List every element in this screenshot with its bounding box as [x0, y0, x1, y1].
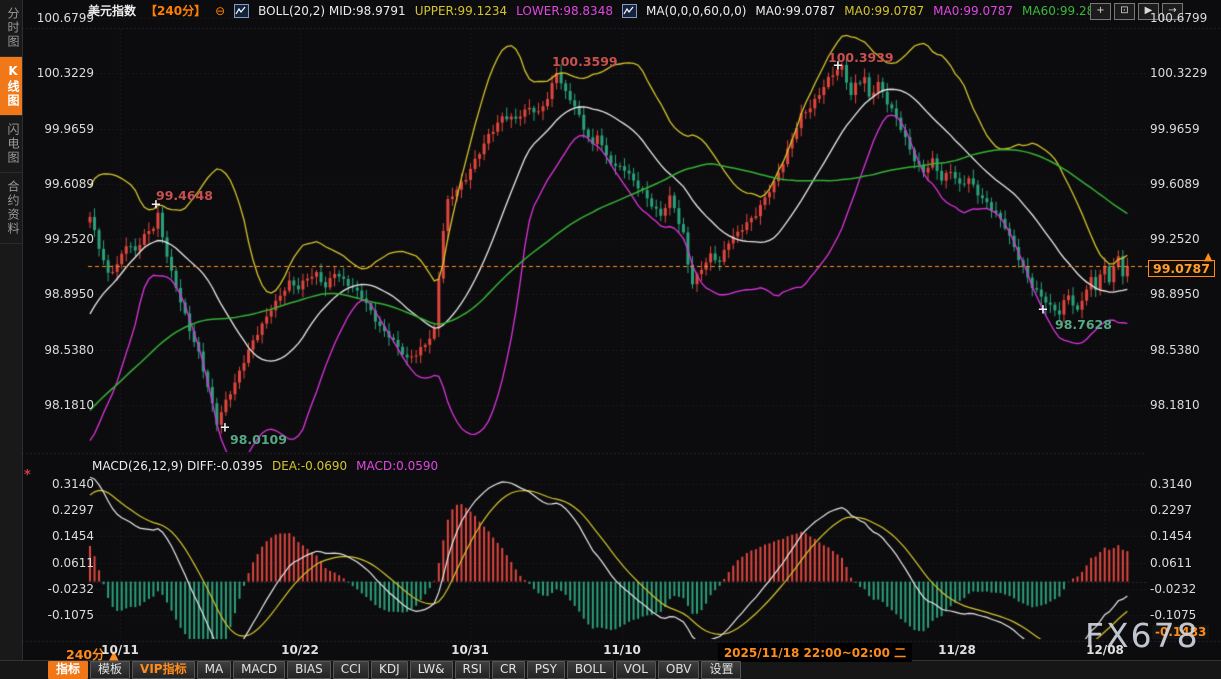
chart-canvas[interactable] — [0, 0, 1221, 679]
toolbar-button-RSI[interactable]: RSI — [455, 661, 491, 679]
xaxis-date-label: 10/11 — [101, 643, 139, 657]
chart_data.price_axis-label-left: 98.5380 — [32, 343, 94, 357]
chart_data.macd_axis-label-right: 0.2297 — [1150, 503, 1192, 517]
toolbar-button-PSY[interactable]: PSY — [527, 661, 565, 679]
ma-params-label: MA(0,0,0,60,0,0) — [646, 3, 746, 19]
indicator-toolbar: 指标模板VIP指标MAMACDBIASCCIKDJLW&RSICRPSYBOLL… — [48, 661, 741, 679]
toolbar-button-CR[interactable]: CR — [492, 661, 525, 679]
chart_data.macd_axis-label-left: -0.1075 — [32, 608, 94, 622]
chart_data.macd_axis-label-left: 0.0611 — [32, 556, 94, 570]
pan-crosshair-icon[interactable]: + — [1090, 3, 1111, 20]
zigzag-cross-marker: + — [151, 198, 162, 213]
price-extreme-annotation: 98.7628 — [1055, 317, 1112, 332]
chart_data.price_axis-label-right: 100.3229 — [1150, 66, 1207, 80]
selected-candle-date-label: 2025/11/18 22:00~02:00 二 — [718, 643, 912, 662]
chart_data.price_axis-label-right: 99.6089 — [1150, 177, 1200, 191]
price-extreme-annotation: 99.4648 — [156, 188, 213, 203]
ma0-white-label: MA0:99.0787 — [755, 3, 835, 19]
toolbar-button-VOL[interactable]: VOL — [616, 661, 656, 679]
chart_data.price_axis-label-left: 98.1810 — [32, 398, 94, 412]
zigzag-cross-marker: + — [1038, 303, 1049, 318]
chart_data.macd_axis-label-left: 0.2297 — [32, 503, 94, 517]
chart_data.price_axis-label-left: 99.6089 — [32, 177, 94, 191]
toolbar-button-OBV[interactable]: OBV — [658, 661, 700, 679]
macd-dea-label: DEA:-0.0690 — [272, 458, 347, 474]
instrument-title: 美元指数 — [88, 3, 136, 19]
chart_data.price_axis-label-right: 98.1810 — [1150, 398, 1200, 412]
chart_data.macd_axis-label-left: 0.3140 — [32, 477, 94, 491]
sidebar-tab-分时图[interactable]: 分时图 — [0, 0, 22, 57]
chart_data.price_axis-label-left: 100.3229 — [32, 66, 94, 80]
xaxis-date-label: 10/31 — [451, 643, 489, 657]
price-extreme-annotation: 98.0109 — [230, 432, 287, 447]
period-tag: 【240分】 — [145, 3, 206, 19]
toolbar-button-指标[interactable]: 指标 — [48, 661, 88, 679]
toolbar-button-MA[interactable]: MA — [197, 661, 232, 679]
toolbar-button-BOLL[interactable]: BOLL — [567, 661, 614, 679]
chart-type-sidebar: 分时图K线图闪电图合约资料 — [0, 0, 23, 660]
macd-panel-icon[interactable]: * — [24, 468, 31, 483]
macd-header: MACD(26,12,9) DIFF:-0.0395 DEA:-0.0690 MAC… — [92, 458, 438, 474]
price-up-arrow-icon: ▲ — [1204, 250, 1212, 263]
chart_data.price_axis-label-right: 98.5380 — [1150, 343, 1200, 357]
boll-mid-label: BOLL(20,2) MID:98.9791 — [258, 3, 406, 19]
chart_data.macd_axis-label-right: 0.0611 — [1150, 556, 1192, 570]
chart-mini-icon — [622, 4, 637, 18]
chart_data.macd_axis-label-right: 0.3140 — [1150, 477, 1192, 491]
chart_data.macd_axis-label-left: -0.0232 — [32, 582, 94, 596]
chart_data.price_axis-label-right: 99.2520 — [1150, 232, 1200, 246]
toolbar-button-设置[interactable]: 设置 — [701, 661, 741, 679]
xaxis-date-label: 11/28 — [938, 643, 976, 657]
chart_data.macd_axis-label-right: -0.0232 — [1150, 582, 1196, 596]
zigzag-cross-marker: + — [220, 421, 231, 436]
sidebar-tab-闪电图[interactable]: 闪电图 — [0, 116, 22, 173]
chart_data.price_axis-label-left: 99.9659 — [32, 122, 94, 136]
sidebar-tab-合约资料[interactable]: 合约资料 — [0, 173, 22, 244]
ma0-yellow-label: MA0:99.0787 — [844, 3, 924, 19]
macd-diff-label: MACD(26,12,9) DIFF:-0.0395 — [92, 458, 263, 474]
chart-mini-icon — [234, 4, 249, 18]
xaxis-date-label: 10/22 — [281, 643, 319, 657]
indicator-header: 美元指数【240分】 ⊖ BOLL(20,2) MID:98.9791 UPPER:9… — [88, 3, 1110, 19]
macd-value-label: MACD:0.0590 — [356, 458, 438, 474]
chart_data.price_axis-label-left: 98.8950 — [32, 287, 94, 301]
boll-upper-label: UPPER:99.1234 — [415, 3, 507, 19]
chart_data.price_axis-label-right: 98.8950 — [1150, 287, 1200, 301]
price-extreme-annotation: 100.3599 — [552, 54, 618, 69]
chart_data.price_axis-label-right: 99.9659 — [1150, 122, 1200, 136]
boll-lower-label: LOWER:98.8348 — [516, 3, 613, 19]
toolbar-button-VIP指标[interactable]: VIP指标 — [132, 661, 195, 679]
chart_data.macd_axis-label-left: 0.1454 — [32, 529, 94, 543]
zigzag-cross-marker: + — [833, 59, 844, 74]
sidebar-tab-K线图[interactable]: K线图 — [0, 57, 22, 116]
collapse-circle-icon: ⊖ — [215, 3, 225, 19]
chart_data.price_axis-label-left: 99.2520 — [32, 232, 94, 246]
toolbar-button-KDJ[interactable]: KDJ — [371, 661, 408, 679]
toolbar-button-模板[interactable]: 模板 — [90, 661, 130, 679]
toolbar-button-BIAS[interactable]: BIAS — [287, 661, 331, 679]
fx678-watermark: FX678 — [1085, 616, 1200, 655]
xaxis-date-label: 11/10 — [603, 643, 641, 657]
chart_data.macd_axis-label-right: 0.1454 — [1150, 529, 1192, 543]
chart_data.price_axis-label-right: 100.6799 — [1150, 11, 1207, 25]
axis-range-icon[interactable]: ⊡ — [1114, 3, 1135, 20]
chart_data.price_axis-label-left: 100.6799 — [32, 11, 94, 25]
ma0-magenta-label: MA0:99.0787 — [933, 3, 1013, 19]
toolbar-button-CCI[interactable]: CCI — [333, 661, 369, 679]
toolbar-button-MACD[interactable]: MACD — [233, 661, 285, 679]
toolbar-button-LW&[interactable]: LW& — [410, 661, 453, 679]
trading-app-window: 分时图K线图闪电图合约资料 美元指数【240分】 ⊖ BOLL(20,2) MID:… — [0, 0, 1221, 679]
